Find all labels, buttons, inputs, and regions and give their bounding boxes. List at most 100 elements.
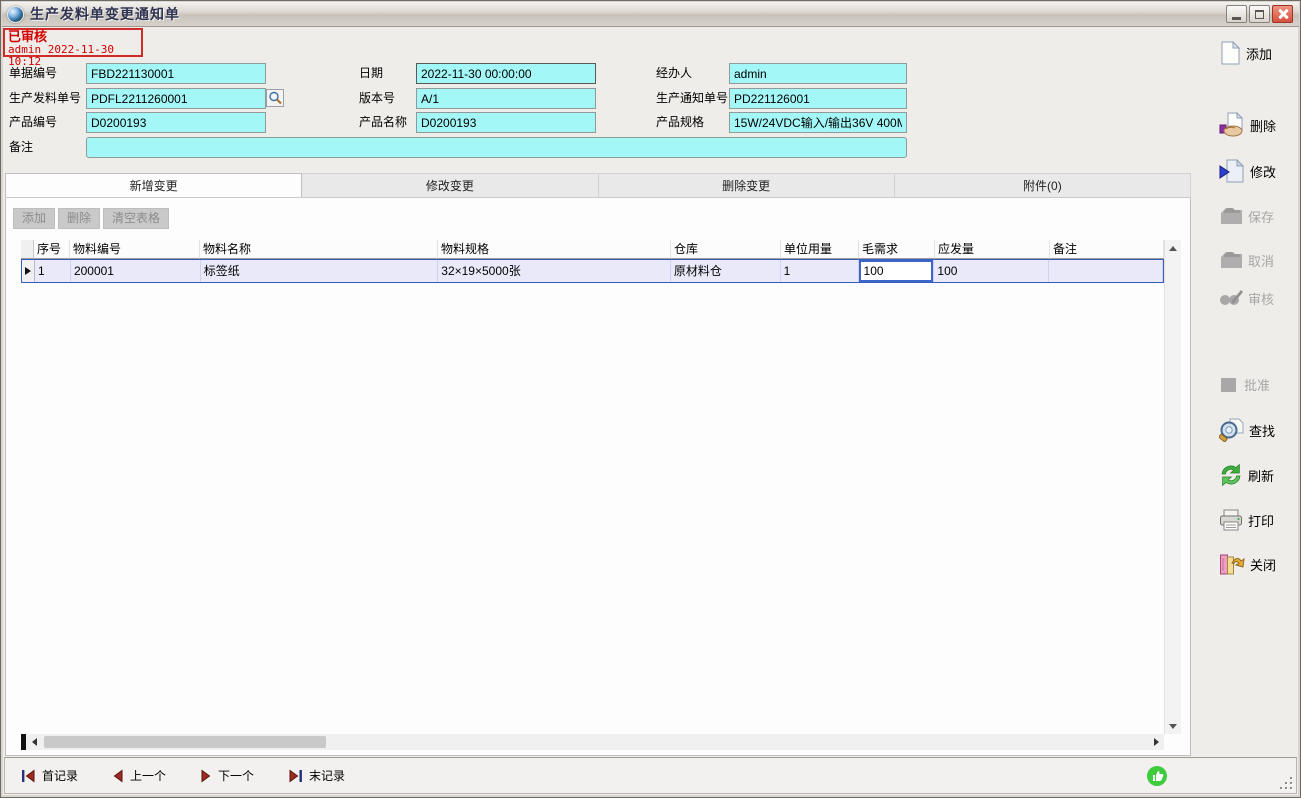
grid-selector-header (21, 240, 34, 259)
next-record-icon (200, 769, 212, 783)
grid-delete-button[interactable]: 删除 (58, 208, 100, 229)
cell-issue-qty: 100 (934, 260, 1049, 282)
find-icon (1219, 418, 1244, 442)
resize-grip[interactable] (1280, 777, 1292, 789)
issue-no-field[interactable] (86, 88, 266, 109)
delete-button[interactable]: 删除 (1219, 112, 1276, 138)
cell-gross-demand (859, 260, 935, 282)
col-gross-demand[interactable]: 毛需求 (859, 240, 935, 259)
product-spec-field[interactable] (729, 112, 907, 133)
audit-icon (1219, 288, 1243, 308)
col-warehouse[interactable]: 仓库 (671, 240, 781, 259)
grid-vertical-scrollbar[interactable] (1164, 240, 1181, 734)
action-sidebar: 添加 删除 修改 保存 (1191, 28, 1301, 755)
audit-button-label: 审核 (1248, 289, 1274, 308)
tab-strip: 新增变更 修改变更 删除变更 附件(0) (5, 173, 1191, 198)
add-doc-icon (1219, 41, 1241, 65)
col-remark[interactable]: 备注 (1050, 240, 1164, 259)
delete-button-label: 删除 (1250, 116, 1276, 135)
product-code-field[interactable] (86, 112, 266, 133)
product-spec-label: 产品规格 (656, 112, 704, 133)
remark-field[interactable] (86, 137, 907, 158)
handler-field[interactable] (729, 63, 907, 84)
arrow-up-icon (1169, 246, 1177, 251)
last-record-icon (288, 769, 303, 783)
grid-add-button[interactable]: 添加 (13, 208, 55, 229)
tab-attachments[interactable]: 附件(0) (895, 173, 1191, 197)
prev-record-icon (112, 769, 124, 783)
notice-no-field[interactable] (729, 88, 907, 109)
grid-horizontal-scrollbar[interactable] (21, 734, 1164, 750)
issue-no-label: 生产发料单号 (9, 88, 81, 109)
tab-delete-changes[interactable]: 删除变更 (599, 173, 895, 197)
save-icon (1219, 205, 1243, 227)
cell-warehouse: 原材料仓 (671, 260, 781, 282)
minimize-icon (1232, 17, 1241, 20)
doc-no-field[interactable] (86, 63, 266, 84)
date-label: 日期 (359, 63, 383, 84)
scroll-right-button[interactable] (1148, 734, 1164, 750)
modify-button[interactable]: 修改 (1219, 159, 1276, 183)
issue-no-search-button[interactable] (266, 89, 284, 107)
print-button[interactable]: 打印 (1219, 509, 1274, 532)
col-unit-usage[interactable]: 单位用量 (781, 240, 859, 259)
material-grid: 序号 物料编号 物料名称 物料规格 仓库 单位用量 毛需求 应发量 备注 1 2… (21, 240, 1164, 283)
find-button[interactable]: 查找 (1219, 418, 1275, 442)
grid-header-row: 序号 物料编号 物料名称 物料规格 仓库 单位用量 毛需求 应发量 备注 (21, 240, 1164, 259)
audit-stamp: 已审核 admin 2022-11-30 10:12 (3, 28, 143, 57)
cell-material-spec: 32×19×5000张 (438, 260, 671, 282)
audit-button: 审核 (1219, 288, 1274, 308)
cancel-button-label: 取消 (1248, 251, 1274, 270)
horizontal-scroll-thumb[interactable] (44, 736, 326, 748)
next-record-button[interactable]: 下一个 (200, 767, 254, 784)
close-button[interactable] (1272, 5, 1293, 23)
find-button-label: 查找 (1249, 421, 1275, 440)
first-record-button[interactable]: 首记录 (21, 767, 78, 784)
refresh-button-label: 刷新 (1248, 466, 1274, 485)
search-icon (268, 91, 282, 105)
grid-clear-button[interactable]: 清空表格 (103, 208, 169, 229)
modify-doc-icon (1219, 159, 1245, 183)
print-icon (1219, 509, 1243, 532)
status-ok-button[interactable] (1146, 765, 1168, 790)
tab-modify-changes[interactable]: 修改变更 (302, 173, 598, 197)
minimize-button[interactable] (1226, 5, 1247, 23)
arrow-left-icon (32, 738, 37, 746)
audit-status-text: 已审核 (8, 30, 138, 44)
scroll-up-button[interactable] (1165, 240, 1181, 256)
refresh-button[interactable]: 刷新 (1219, 463, 1274, 487)
tab-add-changes[interactable]: 新增变更 (5, 173, 302, 197)
col-material-code[interactable]: 物料编号 (70, 240, 200, 259)
col-seq[interactable]: 序号 (34, 240, 70, 259)
print-button-label: 打印 (1248, 511, 1274, 530)
col-material-name[interactable]: 物料名称 (200, 240, 438, 259)
product-name-field[interactable] (416, 112, 596, 133)
last-record-button[interactable]: 末记录 (288, 767, 345, 784)
date-field[interactable] (416, 63, 596, 84)
close-icon (1277, 8, 1289, 20)
app-window: 生产发料单变更通知单 已审核 admin 2022-11-30 10:12 单据… (0, 0, 1301, 798)
product-code-label: 产品编号 (9, 112, 57, 133)
record-nav-bar: 首记录 上一个 下一个 末记录 (4, 757, 1297, 794)
close-window-button-label: 关闭 (1250, 555, 1276, 574)
col-material-spec[interactable]: 物料规格 (438, 240, 671, 259)
next-record-label: 下一个 (218, 767, 254, 784)
refresh-icon (1219, 463, 1243, 487)
arrow-down-icon (1169, 724, 1177, 729)
approve-icon (1219, 376, 1239, 394)
maximize-button[interactable] (1249, 5, 1270, 23)
scroll-down-button[interactable] (1165, 718, 1181, 734)
cell-unit-usage: 1 (781, 260, 859, 282)
add-button[interactable]: 添加 (1219, 41, 1272, 65)
grid-toolbar: 添加 删除 清空表格 (13, 208, 169, 229)
last-record-label: 末记录 (309, 767, 345, 784)
cell-remark (1049, 260, 1163, 282)
prev-record-button[interactable]: 上一个 (112, 767, 166, 784)
gross-demand-input[interactable] (859, 260, 934, 282)
close-window-button[interactable]: 关闭 (1219, 552, 1276, 577)
approve-button: 批准 (1219, 375, 1270, 394)
version-field[interactable] (416, 88, 596, 109)
scroll-left-button[interactable] (26, 734, 42, 750)
table-row[interactable]: 1 200001 标签纸 32×19×5000张 原材料仓 1 100 (21, 259, 1164, 283)
col-issue-qty[interactable]: 应发量 (935, 240, 1050, 259)
